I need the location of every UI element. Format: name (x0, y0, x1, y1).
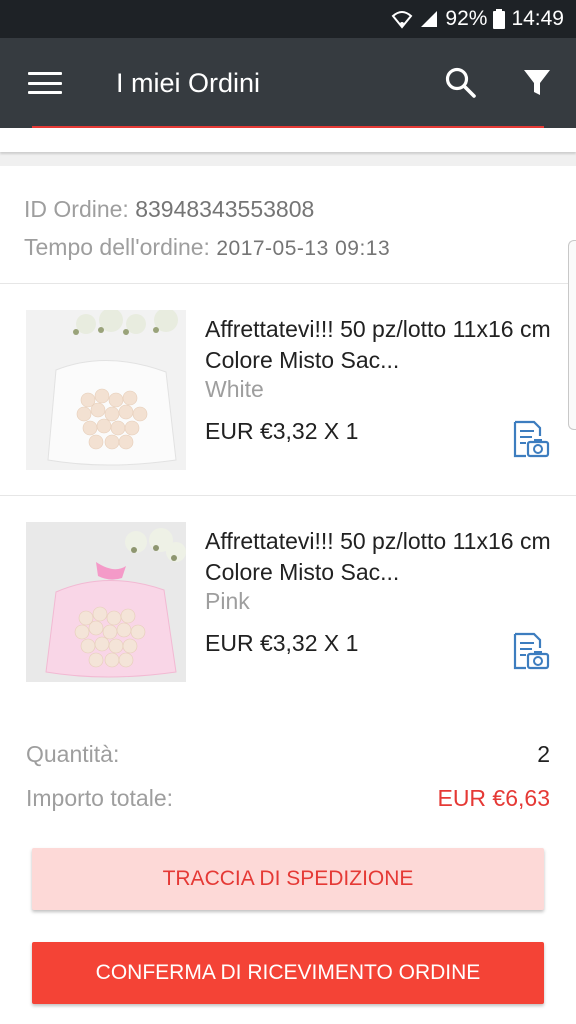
page-title: I miei Ordini (116, 68, 261, 98)
filter-icon[interactable] (522, 66, 552, 100)
product-image (26, 522, 186, 682)
product-title[interactable]: Affrettatevi!!! 50 pz/lotto 11x16 cm Col… (205, 314, 555, 376)
order-info: ID Ordine: 83948343553808 Tempo dell'ord… (0, 166, 576, 284)
order-totals: Quantità: 2 Importo totale: EUR €6,63 (26, 732, 550, 820)
order-id-label: ID Ordine: (24, 196, 129, 222)
order-item[interactable]: Affrettatevi!!! 50 pz/lotto 11x16 cm Col… (0, 496, 576, 708)
signal-icon (419, 9, 439, 29)
quantity-row: Quantità: 2 (26, 732, 550, 776)
product-image (26, 310, 186, 470)
status-bar: 92% 14:49 (0, 0, 576, 38)
battery-percent: 92% (445, 7, 488, 30)
scrollbar[interactable] (568, 240, 576, 430)
previous-order-card (0, 128, 576, 152)
order-time-row: Tempo dell'ordine: 2017-05-13 09:13 (24, 228, 552, 268)
photo-review-icon[interactable] (512, 420, 550, 458)
product-variant: White (205, 376, 264, 402)
confirm-receipt-button[interactable]: CONFERMA DI RICEVIMENTO ORDINE (32, 942, 544, 1004)
order-item[interactable]: Affrettatevi!!! 50 pz/lotto 11x16 cm Col… (0, 284, 576, 496)
quantity-value: 2 (537, 741, 550, 767)
battery-icon (493, 9, 506, 29)
app-bar: I miei Ordini (0, 38, 576, 128)
order-id-row: ID Ordine: 83948343553808 (24, 190, 552, 228)
order-card: ID Ordine: 83948343553808 Tempo dell'ord… (0, 166, 576, 1024)
search-icon[interactable] (444, 66, 478, 100)
quantity-label: Quantità: (26, 741, 120, 767)
product-price: EUR €3,32 X 1 (205, 418, 359, 444)
product-title[interactable]: Affrettatevi!!! 50 pz/lotto 11x16 cm Col… (205, 526, 555, 588)
product-variant: Pink (205, 588, 250, 614)
total-amount-label: Importo totale: (26, 785, 174, 811)
product-price: EUR €3,32 X 1 (205, 630, 359, 656)
order-time-value: 2017-05-13 09:13 (216, 237, 391, 260)
order-id-value: 83948343553808 (135, 196, 315, 222)
clock: 14:49 (511, 7, 564, 30)
wifi-icon (391, 9, 413, 29)
track-shipment-button[interactable]: TRACCIA DI SPEDIZIONE (32, 848, 544, 910)
total-amount-row: Importo totale: EUR €6,63 (26, 776, 550, 820)
order-time-label: Tempo dell'ordine: (24, 234, 210, 260)
photo-review-icon[interactable] (512, 632, 550, 670)
total-amount-value: EUR €6,63 (437, 785, 550, 811)
menu-icon[interactable] (28, 72, 62, 94)
